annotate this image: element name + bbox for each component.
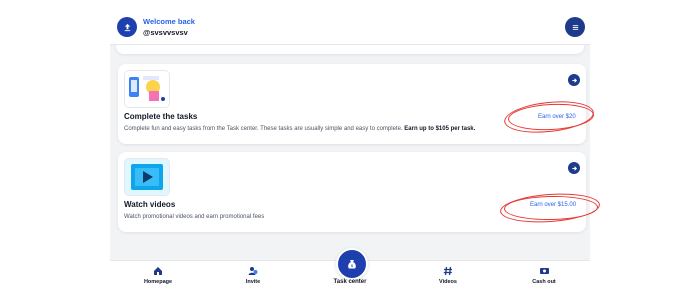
card-arrow-button[interactable] bbox=[568, 74, 580, 86]
nav-label: Homepage bbox=[143, 279, 173, 285]
arrow-right-icon bbox=[571, 77, 577, 83]
cash-icon bbox=[538, 265, 550, 277]
header: Welcome back @svsvvsvsv bbox=[110, 0, 590, 45]
nav-label: Videos bbox=[439, 279, 457, 285]
menu-button[interactable] bbox=[565, 17, 585, 37]
nav-cash-out[interactable]: Cash out bbox=[514, 265, 574, 285]
card-description: Complete fun and easy tasks from the Tas… bbox=[124, 126, 476, 132]
username: @svsvvsvsv bbox=[143, 28, 188, 37]
surveys-icon bbox=[124, 70, 170, 108]
card-title: Watch videos bbox=[124, 200, 176, 209]
card-title: Complete the tasks bbox=[124, 112, 198, 121]
task-card[interactable]: Complete the tasks Complete fun and easy… bbox=[118, 64, 586, 144]
home-icon bbox=[152, 265, 164, 277]
nav-invite[interactable]: Invite bbox=[223, 265, 283, 285]
menu-icon bbox=[572, 24, 578, 30]
hashtag-icon bbox=[442, 265, 454, 277]
nav-homepage[interactable]: Homepage bbox=[128, 265, 188, 285]
card-arrow-button[interactable] bbox=[568, 162, 580, 174]
nav-label: Invite bbox=[245, 279, 261, 285]
task-center-button[interactable]: $ bbox=[336, 248, 368, 280]
nav-videos[interactable]: Videos bbox=[418, 265, 478, 285]
video-play-icon bbox=[124, 158, 170, 196]
card-description: Watch promotional videos and earn promot… bbox=[124, 214, 265, 220]
app-frame: Welcome back @svsvvsvsv Complete the tas… bbox=[110, 0, 590, 300]
money-bag-icon: $ bbox=[348, 260, 356, 269]
nav-label: Cash out bbox=[532, 279, 556, 285]
arrow-right-icon bbox=[571, 165, 577, 171]
upload-icon bbox=[124, 23, 130, 31]
upload-button[interactable] bbox=[117, 17, 137, 37]
task-center-label: Task center bbox=[333, 279, 367, 285]
invite-icon bbox=[247, 265, 259, 277]
welcome-text: Welcome back bbox=[143, 17, 195, 26]
